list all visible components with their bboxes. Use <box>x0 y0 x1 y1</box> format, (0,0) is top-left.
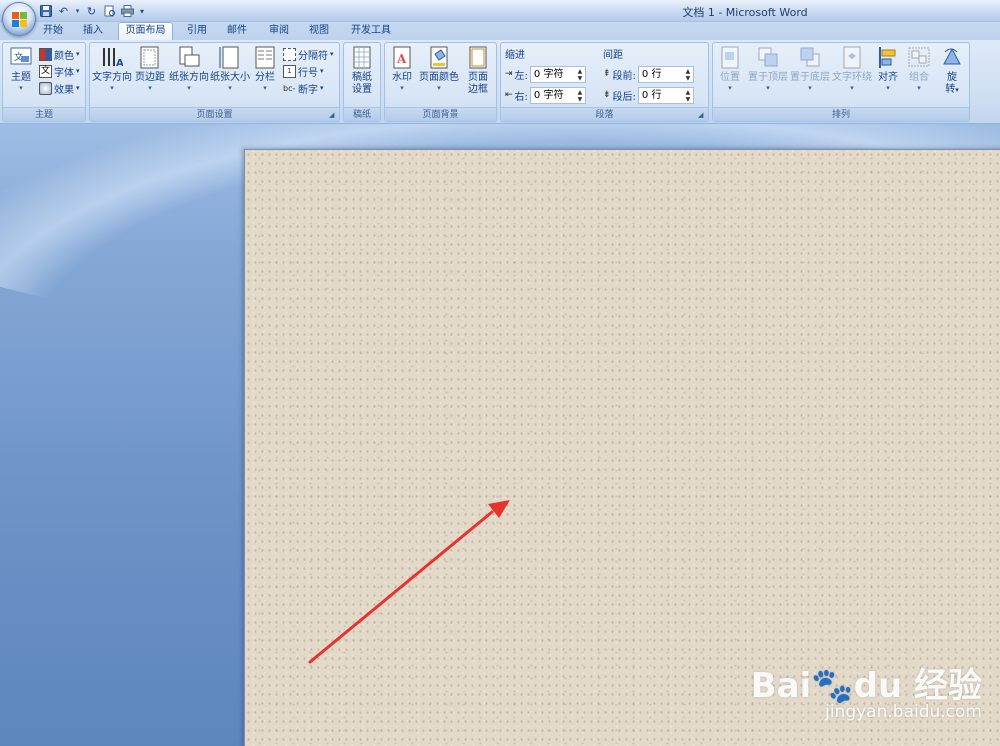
tab-mailings[interactable]: 邮件 <box>222 23 252 40</box>
send-to-back-icon <box>799 46 821 70</box>
page-color-button[interactable]: 页面颜色 ▾ <box>418 46 460 92</box>
watermark-logo: Bai🐾du 经验 <box>750 666 982 706</box>
ribbon-tabs: 开始 插入 页面布局 引用 邮件 审阅 视图 开发工具 <box>0 22 1000 41</box>
indent-right-icon: ⇤ <box>505 90 513 100</box>
page-color-icon <box>428 46 450 70</box>
spacing-after-spinner-icon[interactable]: ▲ ▼ <box>684 89 692 103</box>
bring-to-front-icon <box>757 46 779 70</box>
spacing-title: 间距 <box>603 50 623 61</box>
group-label-page-setup: 页面设置 <box>90 107 339 121</box>
indent-left-spinner-icon[interactable]: ▲ ▼ <box>576 68 584 82</box>
spacing-after-input[interactable]: 0 行 ▲ ▼ <box>637 86 694 104</box>
group-label-themes: 主题 <box>3 107 85 121</box>
spacing-before-control: ⇞ 段前: 0 行 ▲ ▼ <box>603 65 694 83</box>
columns-button[interactable]: 分栏 ▾ <box>252 46 278 92</box>
draft-paper-setup-button[interactable]: 稿纸 设置 <box>347 46 377 96</box>
margins-icon <box>139 46 161 70</box>
page-borders-button[interactable]: 页面 边框 <box>463 46 493 96</box>
watermark-icon: A <box>391 46 413 70</box>
group-label-draft-paper: 稿纸 <box>344 107 380 121</box>
paragraph-launcher-icon[interactable]: ◢ <box>698 111 706 119</box>
hyphenation-button[interactable]: bc- 断字 ▾ <box>283 80 324 96</box>
send-to-back-button[interactable]: 置于底层 ▾ <box>789 46 831 92</box>
theme-effects-button[interactable]: 效果 ▾ <box>39 80 80 96</box>
group-label-arrange: 排列 <box>713 107 969 121</box>
spacing-after-icon: ⇟ <box>603 90 611 100</box>
text-wrapping-button[interactable]: 文字环绕 ▾ <box>831 46 873 92</box>
group-arrange: 位置 ▾ 置于顶层 ▾ 置于底层 ▾ 文字环绕 ▾ 对齐 ▾ 组合 ▾ 旋 转▾… <box>712 42 970 122</box>
rotate-button[interactable]: 旋 转▾ <box>937 46 967 96</box>
baidu-jingyan-watermark: Bai🐾du 经验 jingyan.baidu.com <box>750 648 982 728</box>
group-objects-icon <box>908 46 930 70</box>
bring-to-front-button[interactable]: 置于顶层 ▾ <box>747 46 789 92</box>
theme-colors-button[interactable]: 颜色 ▾ <box>39 46 80 62</box>
themes-icon: 文 <box>10 46 32 70</box>
ribbon: 文 主题 ▾ 颜色 ▾ 文 字体 ▾ 效果 ▾ 主题 A 文字方向 ▾ 页边距 … <box>0 40 1000 124</box>
tab-review[interactable]: 审阅 <box>264 23 294 40</box>
indent-right-input[interactable]: 0 字符 ▲ ▼ <box>529 86 586 104</box>
theme-colors-icon <box>39 47 52 61</box>
spacing-after-control: ⇟ 段后: 0 行 ▲ ▼ <box>603 86 694 104</box>
group-paragraph: 缩进 间距 ⇥ 左: 0 字符 ▲ ▼ ⇤ 右: 0 字符 ▲ ▼ ⇞ 段前: 0 行 ▲… <box>500 42 709 122</box>
svg-text:A: A <box>116 58 123 69</box>
group-themes: 文 主题 ▾ 颜色 ▾ 文 字体 ▾ 效果 ▾ 主题 <box>2 42 86 122</box>
breaks-icon <box>283 47 296 61</box>
theme-effects-icon <box>39 81 52 95</box>
hyphenation-icon: bc- <box>283 83 296 93</box>
margins-button[interactable]: 页边距 ▾ <box>134 46 166 92</box>
tab-page-layout[interactable]: 页面布局 <box>118 22 173 41</box>
indent-left-input[interactable]: 0 字符 ▲ ▼ <box>529 65 586 83</box>
rotate-icon <box>941 46 963 70</box>
orientation-button[interactable]: 纸张方向 ▾ <box>168 46 210 92</box>
columns-icon <box>254 46 276 70</box>
draft-paper-icon <box>351 46 373 70</box>
window-title: 文档 1 - Microsoft Word <box>682 6 808 19</box>
text-direction-icon: A <box>101 46 124 70</box>
tab-view[interactable]: 视图 <box>304 23 334 40</box>
theme-fonts-icon: 文 <box>39 64 52 78</box>
tab-insert[interactable]: 插入 <box>78 23 108 40</box>
group-label-page-background: 页面背景 <box>385 107 496 121</box>
page-borders-icon <box>467 46 489 70</box>
group-page-background: A 水印 ▾ 页面颜色 ▾ 页面 边框 页面背景 <box>384 42 497 122</box>
orientation-icon <box>178 46 200 70</box>
page-setup-launcher-icon[interactable]: ◢ <box>329 111 337 119</box>
themes-button[interactable]: 文 主题 ▾ <box>6 46 36 92</box>
position-icon <box>719 46 741 70</box>
watermark-button[interactable]: A 水印 ▾ <box>389 46 415 92</box>
breaks-button[interactable]: 分隔符 ▾ <box>283 46 334 62</box>
align-button[interactable]: 对齐 ▾ <box>873 46 903 92</box>
text-direction-button[interactable]: A 文字方向 ▾ <box>92 46 132 92</box>
indent-title: 缩进 <box>505 50 525 61</box>
watermark-url: jingyan.baidu.com <box>825 702 982 722</box>
spacing-before-input[interactable]: 0 行 ▲ ▼ <box>637 65 694 83</box>
paper-size-icon <box>219 46 241 70</box>
line-numbers-icon: 1 <box>283 64 296 78</box>
group-label-paragraph: 段落 <box>501 107 708 121</box>
align-icon <box>877 46 899 70</box>
tab-developer[interactable]: 开发工具 <box>346 23 396 40</box>
group-page-setup: A 文字方向 ▾ 页边距 ▾ 纸张方向 ▾ 纸张大小 ▾ 分栏 ▾ 分隔符 ▾ … <box>89 42 340 122</box>
office-button[interactable] <box>2 2 36 36</box>
line-numbers-button[interactable]: 1 行号 ▾ <box>283 63 324 79</box>
group-draft-paper: 稿纸 设置 稿纸 <box>343 42 381 122</box>
office-logo-icon <box>12 12 28 28</box>
size-button[interactable]: 纸张大小 ▾ <box>210 46 250 92</box>
tab-home[interactable]: 开始 <box>38 23 68 40</box>
spacing-before-spinner-icon[interactable]: ▲ ▼ <box>684 68 692 82</box>
text-wrapping-icon <box>841 46 863 70</box>
spacing-before-icon: ⇞ <box>603 69 611 79</box>
tab-references[interactable]: 引用 <box>182 23 212 40</box>
indent-right-control: ⇤ 右: 0 字符 ▲ ▼ <box>505 86 586 104</box>
svg-text:A: A <box>396 52 407 66</box>
indent-right-spinner-icon[interactable]: ▲ ▼ <box>576 89 584 103</box>
indent-left-control: ⇥ 左: 0 字符 ▲ ▼ <box>505 65 586 83</box>
theme-fonts-button[interactable]: 文 字体 ▾ <box>39 63 80 79</box>
position-button[interactable]: 位置 ▾ <box>715 46 745 92</box>
title-bar: ↶ ▾ ↻ ▾ 文档 1 - Microsoft Word <box>0 0 1000 22</box>
group-objects-button[interactable]: 组合 ▾ <box>905 46 933 92</box>
indent-left-icon: ⇥ <box>505 69 513 79</box>
